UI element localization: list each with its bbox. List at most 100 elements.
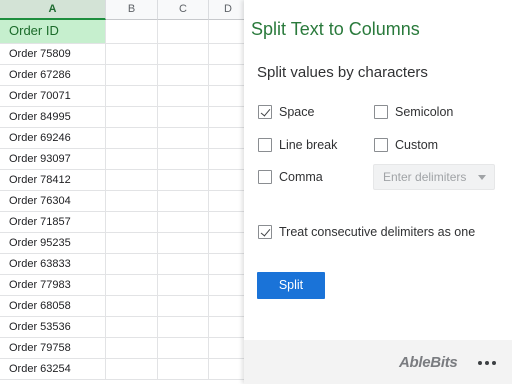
table-row: Order 76304 <box>0 191 248 212</box>
space-check-box[interactable] <box>258 105 272 119</box>
empty-cell[interactable] <box>106 338 158 359</box>
empty-cell[interactable] <box>106 44 158 65</box>
empty-cell[interactable] <box>106 275 158 296</box>
empty-cell[interactable] <box>209 254 248 275</box>
empty-cell[interactable] <box>106 212 158 233</box>
table-row: Order 71857 <box>0 212 248 233</box>
chevron-down-icon <box>478 175 486 180</box>
custom-checkbox[interactable]: Custom <box>374 137 438 153</box>
empty-cell[interactable] <box>209 212 248 233</box>
consecutive-check-box[interactable] <box>258 225 272 239</box>
empty-cell[interactable] <box>158 254 209 275</box>
column-header-d[interactable]: D <box>209 0 248 20</box>
empty-cell[interactable] <box>158 338 209 359</box>
empty-cell[interactable] <box>106 233 158 254</box>
split-text-sidebar: Split Text to Columns Split values by ch… <box>244 0 512 384</box>
dot <box>478 361 482 365</box>
column-header-b[interactable]: B <box>106 0 158 20</box>
empty-cell[interactable] <box>158 44 209 65</box>
empty-cell[interactable] <box>209 128 248 149</box>
column-header-a[interactable]: A <box>0 0 106 20</box>
empty-cell[interactable] <box>209 191 248 212</box>
order-cell[interactable]: Order 67286 <box>0 65 106 86</box>
space-checkbox[interactable]: Space <box>258 104 314 120</box>
order-cell[interactable]: Order 77983 <box>0 275 106 296</box>
order-cell[interactable]: Order 53536 <box>0 317 106 338</box>
semicolon-label: Semicolon <box>395 105 454 119</box>
ablebits-logo: AbleBits <box>399 354 458 371</box>
column-header-c[interactable]: C <box>158 0 209 20</box>
empty-cell[interactable] <box>209 170 248 191</box>
empty-cell[interactable] <box>209 317 248 338</box>
empty-cell[interactable] <box>158 107 209 128</box>
table-row: Order 70071 <box>0 86 248 107</box>
empty-cell[interactable] <box>106 317 158 338</box>
empty-cell[interactable] <box>209 107 248 128</box>
header-cell-order-id[interactable]: Order ID <box>0 20 106 44</box>
empty-cell[interactable] <box>209 65 248 86</box>
empty-cell[interactable] <box>158 191 209 212</box>
order-cell[interactable]: Order 68058 <box>0 296 106 317</box>
order-cell[interactable]: Order 76304 <box>0 191 106 212</box>
empty-cell[interactable] <box>209 359 248 380</box>
empty-cell[interactable] <box>209 86 248 107</box>
empty-cell[interactable] <box>158 212 209 233</box>
order-cell[interactable]: Order 71857 <box>0 212 106 233</box>
custom-label: Custom <box>395 138 439 152</box>
order-cell[interactable]: Order 79758 <box>0 338 106 359</box>
empty-cell[interactable] <box>209 20 248 44</box>
order-cell[interactable]: Order 78412 <box>0 170 106 191</box>
comma-label: Comma <box>279 170 323 184</box>
line-break-check-box[interactable] <box>258 138 272 152</box>
empty-cell[interactable] <box>209 275 248 296</box>
comma-checkbox[interactable]: Comma <box>258 169 323 185</box>
dot <box>492 361 496 365</box>
line-break-checkbox[interactable]: Line break <box>258 137 337 153</box>
consecutive-delimiters-checkbox[interactable]: Treat consecutive delimiters as one <box>258 224 475 240</box>
semicolon-check-box[interactable] <box>374 105 388 119</box>
empty-cell[interactable] <box>106 191 158 212</box>
delimiters-dropdown[interactable]: Enter delimiters <box>373 164 495 190</box>
empty-cell[interactable] <box>106 20 158 44</box>
empty-cell[interactable] <box>158 296 209 317</box>
empty-cell[interactable] <box>106 254 158 275</box>
empty-cell[interactable] <box>106 296 158 317</box>
custom-check-box[interactable] <box>374 138 388 152</box>
panel-footer: AbleBits <box>244 340 512 384</box>
empty-cell[interactable] <box>158 275 209 296</box>
empty-cell[interactable] <box>158 359 209 380</box>
order-cell[interactable]: Order 75809 <box>0 44 106 65</box>
empty-cell[interactable] <box>158 65 209 86</box>
empty-cell[interactable] <box>106 170 158 191</box>
empty-cell[interactable] <box>158 317 209 338</box>
order-cell[interactable]: Order 95235 <box>0 233 106 254</box>
empty-cell[interactable] <box>158 233 209 254</box>
comma-check-box[interactable] <box>258 170 272 184</box>
empty-cell[interactable] <box>209 338 248 359</box>
empty-cell[interactable] <box>158 20 209 44</box>
empty-cell[interactable] <box>158 170 209 191</box>
more-options-icon[interactable] <box>478 361 496 365</box>
empty-cell[interactable] <box>209 44 248 65</box>
semicolon-checkbox[interactable]: Semicolon <box>374 104 453 120</box>
empty-cell[interactable] <box>106 86 158 107</box>
line-break-label: Line break <box>279 138 338 152</box>
empty-cell[interactable] <box>106 128 158 149</box>
order-cell[interactable]: Order 93097 <box>0 149 106 170</box>
order-cell[interactable]: Order 70071 <box>0 86 106 107</box>
empty-cell[interactable] <box>209 233 248 254</box>
empty-cell[interactable] <box>106 359 158 380</box>
order-cell[interactable]: Order 69246 <box>0 128 106 149</box>
split-button[interactable]: Split <box>257 272 325 299</box>
empty-cell[interactable] <box>158 128 209 149</box>
empty-cell[interactable] <box>106 149 158 170</box>
empty-cell[interactable] <box>106 107 158 128</box>
order-cell[interactable]: Order 63833 <box>0 254 106 275</box>
empty-cell[interactable] <box>158 149 209 170</box>
empty-cell[interactable] <box>158 86 209 107</box>
empty-cell[interactable] <box>106 65 158 86</box>
order-cell[interactable]: Order 63254 <box>0 359 106 380</box>
order-cell[interactable]: Order 84995 <box>0 107 106 128</box>
empty-cell[interactable] <box>209 149 248 170</box>
empty-cell[interactable] <box>209 296 248 317</box>
